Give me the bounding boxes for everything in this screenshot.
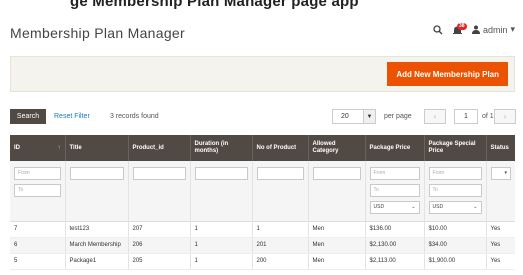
column-header-title[interactable]: Title xyxy=(65,135,129,161)
grid-header-row: ID ↑ Title Product_id Duration (in months… xyxy=(10,135,515,161)
filter-special-price-to-input[interactable]: To xyxy=(428,184,482,197)
chevron-down-icon: ▾ xyxy=(504,170,507,176)
filter-title-input[interactable] xyxy=(69,167,124,180)
membership-plans-grid: ID ↑ Title Product_id Duration (in months… xyxy=(10,135,515,270)
filter-cell-id: From To xyxy=(10,161,66,222)
page-actions-bar: Add New Membership Plan xyxy=(10,56,515,92)
table-row[interactable]: 5 Package1 205 1 200 Men $2,113.00 $1,90… xyxy=(10,253,515,270)
cell-price: $136.00 xyxy=(365,221,425,238)
cell-category: Men xyxy=(308,253,366,270)
column-header-duration[interactable]: Duration (in months) xyxy=(190,135,253,161)
cell-special-price: $10.00 xyxy=(424,221,487,238)
header-actions: 38 admin ▾ xyxy=(433,22,515,35)
chevron-left-icon: ‹ xyxy=(433,112,437,121)
cell-no-of-product: 1 xyxy=(252,221,309,238)
filter-cell-category xyxy=(308,161,366,222)
chevron-down-icon: ⌄ xyxy=(411,204,416,210)
page-of-total: of 1 xyxy=(482,113,494,120)
add-new-membership-plan-button[interactable]: Add New Membership Plan xyxy=(387,62,508,86)
filter-cell-title xyxy=(65,161,129,222)
filter-product-id-input[interactable] xyxy=(132,167,186,180)
cell-id: 6 xyxy=(10,237,66,254)
column-header-status[interactable]: Status xyxy=(486,135,515,161)
column-header-product-id[interactable]: Product_id xyxy=(128,135,191,161)
cell-product-id: 207 xyxy=(128,221,191,238)
filter-status-select[interactable]: ▾ xyxy=(490,167,511,180)
cell-status: Yes xyxy=(486,221,515,238)
cell-duration: 1 xyxy=(190,221,253,238)
table-row[interactable]: 6 March Membership 206 1 201 Men $2,130.… xyxy=(10,237,515,254)
filter-id-to-input[interactable]: To xyxy=(14,184,61,197)
filter-cell-no-of-product xyxy=(252,161,309,222)
filter-special-price-currency-select[interactable]: USD ⌄ xyxy=(428,201,482,214)
chevron-down-icon: ⌄ xyxy=(473,204,478,210)
cell-category: Men xyxy=(308,221,366,238)
next-page-button[interactable]: › xyxy=(494,109,516,124)
cell-id: 5 xyxy=(10,253,66,270)
cell-status: Yes xyxy=(486,253,515,270)
per-page-value: 20 xyxy=(341,113,349,120)
column-header-allowed-category[interactable]: Allowed Category xyxy=(308,135,366,161)
cell-product-id: 205 xyxy=(128,253,191,270)
chevron-right-icon: › xyxy=(503,112,507,121)
page-number-input[interactable]: 1 xyxy=(454,109,478,124)
cell-status: Yes xyxy=(486,237,515,254)
filter-cell-special-price: From To USD ⌄ xyxy=(424,161,487,222)
cell-id: 7 xyxy=(10,221,66,238)
column-header-no-of-product[interactable]: No of Product xyxy=(252,135,309,161)
cell-title: Package1 xyxy=(65,253,129,270)
filter-price-from-input[interactable]: From xyxy=(369,167,420,180)
filter-cell-price: From To USD ⌄ xyxy=(365,161,425,222)
sort-arrow-icon: ↑ xyxy=(57,144,61,151)
filter-cell-duration xyxy=(190,161,253,222)
admin-username: admin xyxy=(482,24,508,35)
search-icon[interactable] xyxy=(433,24,443,35)
filter-cell-status: ▾ xyxy=(486,161,515,222)
page-header: Membership Plan Manager 38 admin ▾ xyxy=(0,18,523,50)
cell-title: March Membership xyxy=(65,237,129,254)
per-page-label: per page xyxy=(384,113,412,120)
column-header-id[interactable]: ID ↑ xyxy=(10,135,66,161)
filter-special-price-from-input[interactable]: From xyxy=(428,167,482,180)
grid-filter-row: From To From To USD ⌄ From To USD ⌄ ▾ xyxy=(10,161,515,222)
cell-product-id: 206 xyxy=(128,237,191,254)
cell-no-of-product: 201 xyxy=(252,237,309,254)
filter-no-of-product-input[interactable] xyxy=(256,167,304,180)
per-page-select[interactable]: 20 ▼ xyxy=(332,109,376,124)
admin-user-menu[interactable]: admin ▾ xyxy=(471,24,515,35)
notification-count-badge: 38 xyxy=(456,22,467,30)
records-found-count: 3 records found xyxy=(110,113,159,120)
filter-price-currency-select[interactable]: USD ⌄ xyxy=(369,201,420,214)
filter-cell-product-id xyxy=(128,161,191,222)
cell-special-price: $1,900.00 xyxy=(424,253,487,270)
filter-duration-input[interactable] xyxy=(194,167,248,180)
cropped-heading-banner: ge Membership Plan Manager page app xyxy=(0,0,523,14)
cell-category: Men xyxy=(308,237,366,254)
grid-toolbar: Search Reset Filter 3 records found 20 ▼… xyxy=(10,107,516,127)
filter-price-to-input[interactable]: To xyxy=(369,184,420,197)
chevron-down-icon: ▾ xyxy=(510,24,515,34)
banner-text: ge Membership Plan Manager page app xyxy=(70,0,359,10)
filter-category-input[interactable] xyxy=(312,167,361,180)
reset-filter-link[interactable]: Reset Filter xyxy=(54,113,90,120)
cell-duration: 1 xyxy=(190,237,253,254)
cell-no-of-product: 200 xyxy=(252,253,309,270)
cell-duration: 1 xyxy=(190,253,253,270)
filter-id-from-input[interactable]: From xyxy=(14,167,61,180)
page-title: Membership Plan Manager xyxy=(10,25,185,41)
chevron-down-icon: ▼ xyxy=(363,110,375,123)
user-icon xyxy=(471,25,480,34)
notifications-bell-icon[interactable]: 38 xyxy=(452,22,467,35)
column-header-package-special-price[interactable]: Package Special Price xyxy=(424,135,487,161)
column-header-package-price[interactable]: Package Price xyxy=(365,135,425,161)
table-row[interactable]: 7 test123 207 1 1 Men $136.00 $10.00 Yes xyxy=(10,221,515,238)
cell-title: test123 xyxy=(65,221,129,238)
search-button[interactable]: Search xyxy=(10,109,46,124)
cell-price: $2,130.00 xyxy=(365,237,425,254)
previous-page-button[interactable]: ‹ xyxy=(424,109,446,124)
cell-price: $2,113.00 xyxy=(365,253,425,270)
cell-special-price: $34.00 xyxy=(424,237,487,254)
